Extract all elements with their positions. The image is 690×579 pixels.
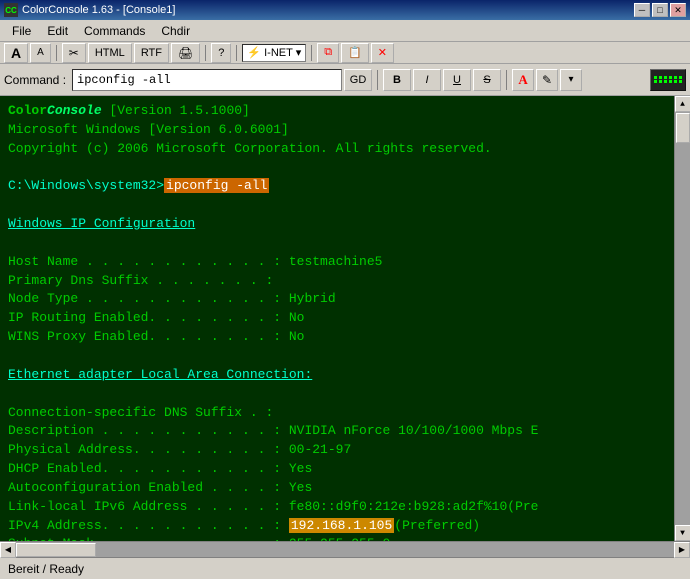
- clear-button[interactable]: ✕: [371, 43, 394, 63]
- bg-color-button[interactable]: ✎: [536, 69, 558, 91]
- scroll-track[interactable]: [675, 112, 690, 525]
- vertical-scrollbar[interactable]: ▲ ▼: [674, 96, 690, 541]
- menu-commands[interactable]: Commands: [76, 22, 153, 40]
- console-line-wip: Windows IP Configuration: [8, 215, 666, 234]
- console-line-eth: Ethernet adapter Local Area Connection:: [8, 366, 666, 385]
- bold-button[interactable]: B: [383, 69, 411, 91]
- menu-edit[interactable]: Edit: [39, 22, 76, 40]
- console-line-ipv6: Link-local IPv6 Address . . . . . : fe80…: [8, 498, 666, 517]
- sep-t1: [377, 70, 378, 90]
- scroll-up-arrow[interactable]: ▲: [675, 96, 690, 112]
- color-text: Color: [8, 103, 47, 118]
- color-dropdown-button[interactable]: ▾: [560, 69, 582, 91]
- console-line-blank3: [8, 234, 666, 253]
- scroll-left-arrow[interactable]: ◀: [0, 542, 16, 558]
- rtf-button[interactable]: RTF: [134, 43, 169, 63]
- scroll-right-arrow[interactable]: ▶: [674, 542, 690, 558]
- console-line-dhcp: DHCP Enabled. . . . . . . . . . . : Yes: [8, 460, 666, 479]
- console-line-blank2: [8, 196, 666, 215]
- title-text: ColorConsole 1.63 - [Console1]: [22, 4, 634, 16]
- print-button[interactable]: 🖨: [171, 43, 200, 63]
- console-line-hostname: Host Name . . . . . . . . . . . . : test…: [8, 253, 666, 272]
- strikethrough-button[interactable]: S: [473, 69, 501, 91]
- underline-button[interactable]: U: [443, 69, 471, 91]
- hscroll-track[interactable]: [16, 542, 674, 557]
- status-text: Bereit / Ready: [8, 562, 84, 576]
- console-output[interactable]: ColorConsole [Version 1.5.1000] Microsof…: [0, 96, 674, 541]
- console-line-blank1: [8, 159, 666, 178]
- scroll-thumb[interactable]: [676, 113, 690, 143]
- sep4: [311, 45, 312, 61]
- console-line-subnet: Subnet Mask . . . . . . . . . . . : 255.…: [8, 535, 666, 541]
- inet-dropdown[interactable]: ⚡ I-NET ▾: [242, 44, 306, 62]
- menu-chdir[interactable]: Chdir: [153, 22, 198, 40]
- console-line-node: Node Type . . . . . . . . . . . . : Hybr…: [8, 290, 666, 309]
- hscroll-thumb[interactable]: [16, 543, 96, 557]
- sep2: [205, 45, 206, 61]
- console-line-routing: IP Routing Enabled. . . . . . . . : No: [8, 309, 666, 328]
- console-line-auto: Autoconfiguration Enabled . . . . : Yes: [8, 479, 666, 498]
- command-label: Command :: [4, 73, 66, 87]
- close-button[interactable]: ✕: [670, 3, 686, 17]
- toolbar2: A A ✂ HTML RTF 🖨 ? ⚡ I-NET ▾ ⧉ 📋 ✕: [0, 42, 690, 64]
- menubar: File Edit Commands Chdir: [0, 20, 690, 42]
- minimize-button[interactable]: ─: [634, 3, 650, 17]
- horizontal-scrollbar[interactable]: ◀ ▶: [0, 541, 690, 557]
- console-icon[interactable]: [650, 69, 686, 91]
- titlebar: CC ColorConsole 1.63 - [Console1] ─ □ ✕: [0, 0, 690, 20]
- console-line-cmd: C:\Windows\system32>ipconfig -all: [8, 177, 666, 196]
- app-icon: CC: [4, 3, 18, 17]
- console-line-dns: Primary Dns Suffix . . . . . . . :: [8, 272, 666, 291]
- main-area: ColorConsole [Version 1.5.1000] Microsof…: [0, 96, 690, 541]
- console-line-blank4: [8, 347, 666, 366]
- command-input[interactable]: [72, 69, 342, 91]
- scroll-down-arrow[interactable]: ▼: [675, 525, 690, 541]
- console-line-wins: WINS Proxy Enabled. . . . . . . . : No: [8, 328, 666, 347]
- console-line-desc: Description . . . . . . . . . . . : NVID…: [8, 422, 666, 441]
- console-line-2: Microsoft Windows [Version 6.0.6001]: [8, 121, 666, 140]
- grid-icon-btn: [650, 69, 686, 91]
- inet-label: ⚡ I-NET ▾: [247, 46, 301, 59]
- text-color-button[interactable]: A: [512, 69, 534, 91]
- italic-button[interactable]: I: [413, 69, 441, 91]
- console-line-blank5: [8, 385, 666, 404]
- console-line-phys: Physical Address. . . . . . . . . : 00-2…: [8, 441, 666, 460]
- console-line-conn: Connection-specific DNS Suffix . :: [8, 404, 666, 423]
- scissors-button[interactable]: ✂: [62, 43, 86, 63]
- help-button[interactable]: ?: [211, 43, 231, 63]
- toolbar: Command : GD B I U S A ✎ ▾: [0, 64, 690, 96]
- go-button[interactable]: GD: [344, 69, 372, 91]
- font-larger-button[interactable]: A: [4, 43, 28, 63]
- window-controls: ─ □ ✕: [634, 3, 686, 17]
- console-line-1: ColorConsole [Version 1.5.1000]: [8, 102, 666, 121]
- menu-file[interactable]: File: [4, 22, 39, 40]
- copy-button[interactable]: ⧉: [317, 43, 339, 63]
- version-text: [Version 1.5.1000]: [102, 103, 250, 118]
- console-text: Console: [47, 103, 102, 118]
- paste-button[interactable]: 📋: [341, 43, 369, 63]
- maximize-button[interactable]: □: [652, 3, 668, 17]
- sep-t2: [506, 70, 507, 90]
- font-smaller-button[interactable]: A: [30, 43, 51, 63]
- sep3: [236, 45, 237, 61]
- console-line-3: Copyright (c) 2006 Microsoft Corporation…: [8, 140, 666, 159]
- html-button[interactable]: HTML: [88, 43, 132, 63]
- statusbar: Bereit / Ready: [0, 557, 690, 579]
- sep1: [56, 45, 57, 61]
- console-line-ipv4: IPv4 Address. . . . . . . . . . . : 192.…: [8, 517, 666, 536]
